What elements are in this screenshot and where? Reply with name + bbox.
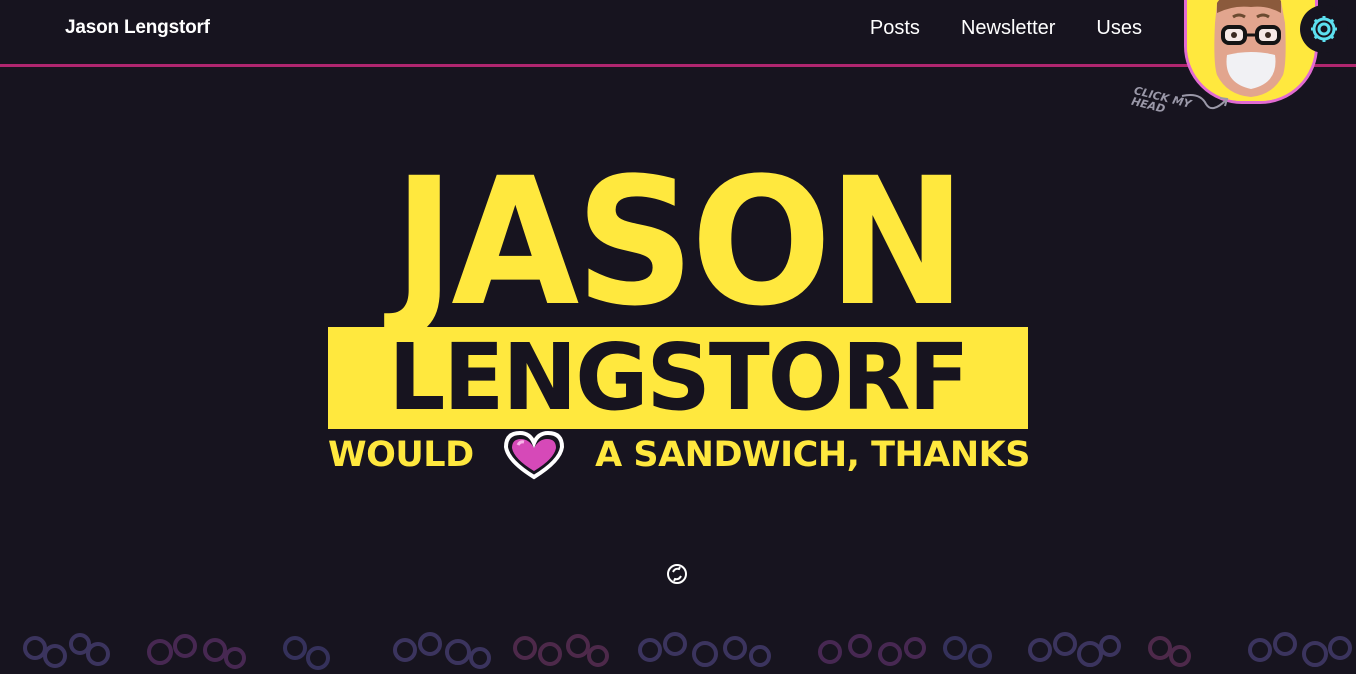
- main-nav: Posts Newsletter Uses: [870, 17, 1142, 40]
- hero-first-name: JASON: [393, 140, 966, 345]
- hero-logo: JASON LENGSTORF WOULD A SANDWICH, THANKS: [328, 140, 1030, 480]
- hero-tagline: WOULD A SANDWICH, THANKS: [328, 429, 1030, 481]
- site-title-link[interactable]: Jason Lengstorf: [65, 17, 210, 39]
- hero-last-name-box: LENGSTORF: [328, 327, 1028, 429]
- nav-newsletter[interactable]: Newsletter: [961, 17, 1055, 40]
- nav-posts[interactable]: Posts: [870, 17, 920, 40]
- tagline-after: A SANDWICH, THANKS: [595, 435, 1030, 475]
- pattern-icon: [23, 632, 1352, 670]
- nav-uses[interactable]: Uses: [1096, 17, 1142, 40]
- gear-icon: [1311, 16, 1337, 42]
- heart-icon: [500, 429, 568, 481]
- click-my-head-hint: CLICK MY HEAD: [1128, 84, 1238, 126]
- hero-last-name: LENGSTORF: [388, 324, 970, 431]
- tagline-before: WOULD: [328, 435, 474, 475]
- refresh-button[interactable]: [666, 563, 688, 585]
- curved-arrow-icon: [1181, 94, 1229, 110]
- refresh-icon: [667, 564, 687, 584]
- decorative-footer-pattern: [0, 628, 1356, 674]
- site-header: Jason Lengstorf Posts Newsletter Uses: [0, 0, 1356, 67]
- settings-button[interactable]: [1300, 5, 1348, 53]
